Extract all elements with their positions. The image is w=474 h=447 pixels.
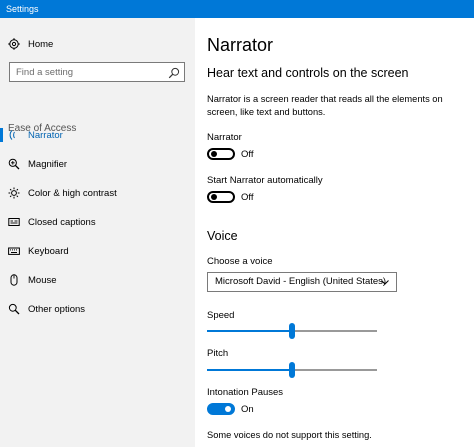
intonation-toggle-label: Intonation Pauses <box>207 387 284 398</box>
voice-section-title: Voice <box>207 229 238 243</box>
magnifier-icon <box>8 158 20 170</box>
slider-thumb[interactable] <box>289 362 295 378</box>
sidebar-item-keyboard[interactable]: Keyboard <box>0 238 195 264</box>
window-titlebar: Settings <box>0 0 474 18</box>
sidebar-item-label: Other options <box>28 303 86 315</box>
sidebar-item-mouse[interactable]: Mouse <box>0 267 195 293</box>
toggle-switch[interactable] <box>207 191 235 203</box>
toggle-switch[interactable] <box>207 148 235 160</box>
voice-select-value: Microsoft David - English (United States… <box>215 276 387 287</box>
pitch-slider[interactable] <box>207 362 377 378</box>
sidebar-item-closed-captions[interactable]: Closed captions <box>0 209 195 235</box>
chevron-down-icon <box>380 276 390 286</box>
slider-thumb[interactable] <box>289 323 295 339</box>
mouse-icon <box>8 274 20 286</box>
voice-select[interactable]: Microsoft David - English (United States… <box>207 272 397 292</box>
window-title: Settings <box>6 4 39 14</box>
sidebar-item-label: Magnifier <box>28 158 68 170</box>
section-title: Hear text and controls on the screen <box>207 66 409 80</box>
options-icon <box>8 303 20 315</box>
sidebar-item-color-high-contrast[interactable]: Color & high contrast <box>0 180 195 206</box>
narrator-toggle[interactable]: Off <box>207 148 254 160</box>
search-input[interactable] <box>10 63 160 81</box>
auto-start-toggle-label: Start Narrator automatically <box>207 175 323 186</box>
captions-icon <box>8 216 20 228</box>
sidebar-item-other-options[interactable]: Other options <box>0 296 195 322</box>
narrator-icon <box>8 129 20 141</box>
search-icon[interactable] <box>168 66 180 79</box>
voice-note: Some voices do not support this setting. <box>207 430 372 440</box>
sidebar-item-home[interactable]: Home <box>0 31 195 57</box>
page-title: Narrator <box>207 35 274 55</box>
main-content: Narrator Hear text and controls on the s… <box>195 18 474 447</box>
sidebar-item-label: Home <box>28 38 54 50</box>
choose-voice-label: Choose a voice <box>207 256 273 267</box>
sidebar-item-label: Closed captions <box>28 216 96 228</box>
pitch-label: Pitch <box>207 348 229 359</box>
brightness-icon <box>8 187 20 199</box>
speed-label: Speed <box>207 310 235 321</box>
intonation-toggle[interactable]: On <box>207 403 254 415</box>
auto-start-toggle[interactable]: Off <box>207 191 254 203</box>
sidebar-item-label: Keyboard <box>28 245 69 257</box>
gear-icon <box>8 38 20 50</box>
sidebar-item-magnifier[interactable]: Magnifier <box>0 151 195 177</box>
toggle-state: On <box>241 403 254 415</box>
sidebar-item-label: Narrator <box>28 129 63 141</box>
description-text: Narrator is a screen reader that reads a… <box>207 94 443 117</box>
search-box <box>9 62 185 82</box>
sidebar-item-narrator[interactable]: Narrator <box>0 122 195 148</box>
sidebar: Home Ease of Access Narrator Magnifier C… <box>0 18 195 447</box>
narrator-toggle-label: Narrator <box>207 132 242 143</box>
speed-slider[interactable] <box>207 323 377 339</box>
toggle-state: Off <box>241 191 254 203</box>
toggle-switch[interactable] <box>207 403 235 415</box>
sidebar-item-label: Color & high contrast <box>28 187 117 199</box>
toggle-state: Off <box>241 148 254 160</box>
keyboard-icon <box>8 245 20 257</box>
sidebar-item-label: Mouse <box>28 274 57 286</box>
